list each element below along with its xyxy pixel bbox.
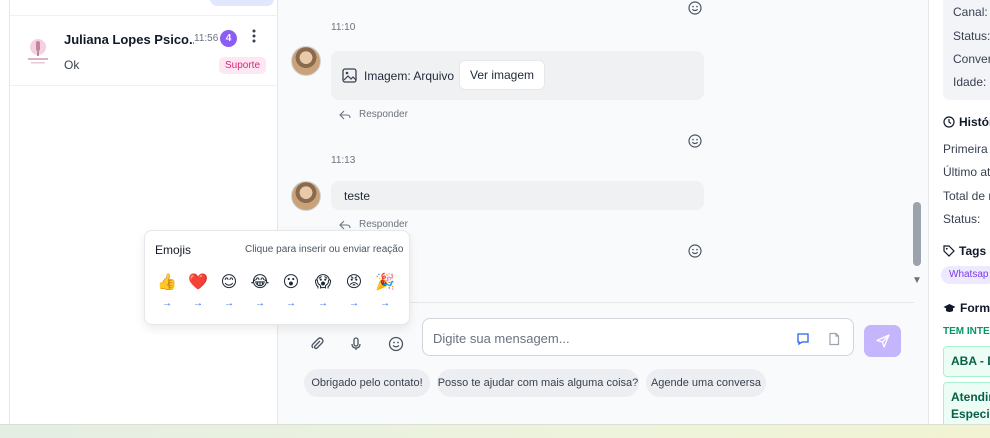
unread-badge: 4 xyxy=(220,30,237,47)
reply-label: Responder xyxy=(359,219,408,230)
contact-avatar xyxy=(24,32,52,68)
emoji-party[interactable]: 🎉 xyxy=(373,271,397,293)
chat-panel: 11:10 Imagem: Arquivo Ver imagem Respond… xyxy=(278,0,928,424)
history-first-contact: Primeira c xyxy=(943,142,990,156)
emoji-surprised[interactable]: 😮 xyxy=(279,271,303,293)
conversation-item[interactable]: Juliana Lopes Psico... 11:56 4 Ok Suport… xyxy=(10,18,278,86)
emoji-icon[interactable] xyxy=(388,336,404,352)
interest-item: ABA - D xyxy=(943,346,990,377)
image-icon xyxy=(342,68,357,83)
emoji-send-arrow[interactable]: → xyxy=(342,298,366,309)
filter-pill-edge[interactable] xyxy=(210,0,274,6)
emoji-smile[interactable]: 😊 xyxy=(217,271,241,293)
add-reaction-icon[interactable] xyxy=(688,134,702,148)
reply-icon xyxy=(339,110,351,119)
detail-conversation-label: Convers xyxy=(953,52,990,66)
reply-button[interactable]: Responder xyxy=(339,109,408,120)
emoji-send-arrow[interactable]: → xyxy=(186,298,210,309)
quick-reply-chip[interactable]: Posso te ajudar com mais alguma coisa? xyxy=(437,369,639,397)
message-time: 11:13 xyxy=(331,155,356,166)
quick-reply-icon[interactable] xyxy=(796,332,810,346)
emoji-send-arrow[interactable]: → xyxy=(248,298,272,309)
emoji-thumbs-up[interactable]: 👍 xyxy=(155,271,179,293)
scrollbar-thumb[interactable] xyxy=(913,202,921,266)
emoji-send-arrow[interactable]: → xyxy=(155,298,179,309)
interest-item: Atendin Especial xyxy=(943,382,990,424)
history-last-contact: Último at xyxy=(943,165,990,179)
status-badge: Suporte xyxy=(219,57,267,74)
form-title: Forma xyxy=(960,301,990,315)
contact-name: Juliana Lopes Psico... xyxy=(64,32,194,47)
interest-label: TEM INTER xyxy=(943,326,990,337)
contact-details-panel: Canal: Status: Convers Idade: Históri Pr… xyxy=(928,0,990,424)
scroll-down-icon[interactable]: ▼ xyxy=(910,275,924,287)
emoji-picker: Emojis Clique para inserir ou enviar rea… xyxy=(144,230,410,325)
detail-status-label: Status: xyxy=(953,29,990,43)
emoji-shocked[interactable]: 😱 xyxy=(311,271,335,293)
interest-text: Atendin xyxy=(951,390,990,404)
message-input[interactable] xyxy=(433,328,773,348)
conversation-list: Juliana Lopes Psico... 11:56 4 Ok Suport… xyxy=(10,0,278,424)
emoji-laugh[interactable]: 😂 xyxy=(248,271,272,293)
tag-badge[interactable]: Whatsap xyxy=(941,266,990,284)
reply-icon xyxy=(339,220,351,229)
message-input-box[interactable] xyxy=(422,318,854,356)
divider xyxy=(10,15,278,16)
message-text: teste xyxy=(344,189,371,203)
history-total: Total de n xyxy=(943,189,990,203)
detail-channel-label: Canal: xyxy=(953,5,988,19)
add-reaction-icon[interactable] xyxy=(688,1,702,15)
microphone-icon[interactable] xyxy=(348,336,364,352)
taskbar-strip xyxy=(0,424,990,438)
graduation-cap-icon xyxy=(943,303,956,312)
emoji-send-arrow[interactable]: → xyxy=(373,298,397,309)
template-icon[interactable] xyxy=(827,332,841,346)
emoji-send-arrow[interactable]: → xyxy=(311,298,335,309)
view-image-button[interactable]: Ver imagem xyxy=(459,60,545,90)
history-status: Status: xyxy=(943,212,981,226)
detail-age-label: Idade: xyxy=(953,75,987,89)
emoji-heart[interactable]: ❤️ xyxy=(186,271,210,293)
message-time: 11:10 xyxy=(331,22,356,33)
clock-icon xyxy=(943,116,955,128)
form-heading: Forma xyxy=(943,301,990,315)
interest-text: Especial xyxy=(951,407,990,421)
reply-label: Responder xyxy=(359,109,408,120)
left-rail xyxy=(0,0,10,424)
last-message: Ok xyxy=(64,58,80,72)
message-time: 11:56 xyxy=(194,33,219,44)
tag-icon xyxy=(943,245,955,257)
emoji-picker-title: Emojis xyxy=(155,243,192,257)
emoji-send-arrow[interactable]: → xyxy=(279,298,303,309)
quick-reply-chip[interactable]: Obrigado pelo contato! xyxy=(304,369,430,397)
avatar xyxy=(291,46,321,76)
interest-text: ABA - D xyxy=(951,354,990,368)
tags-heading: Tags xyxy=(943,244,986,258)
send-button[interactable] xyxy=(864,325,901,357)
attach-icon[interactable] xyxy=(309,336,325,352)
emoji-angry[interactable]: 😡 xyxy=(342,271,366,293)
emoji-send-arrow[interactable]: → xyxy=(217,298,241,309)
image-caption: Imagem: Arquivo xyxy=(364,69,455,83)
quick-reply-chip[interactable]: Agende uma conversa xyxy=(646,369,766,397)
add-reaction-icon[interactable] xyxy=(688,244,702,258)
reply-button[interactable]: Responder xyxy=(339,219,408,230)
tags-title: Tags xyxy=(959,244,987,258)
emoji-picker-hint: Clique para inserir ou enviar reação xyxy=(245,244,404,255)
message-bubble xyxy=(331,181,704,210)
avatar xyxy=(291,181,321,211)
send-icon xyxy=(875,334,890,348)
more-vertical-icon[interactable] xyxy=(248,29,260,47)
history-heading: Históri xyxy=(943,115,990,129)
history-title: Históri xyxy=(959,115,990,129)
